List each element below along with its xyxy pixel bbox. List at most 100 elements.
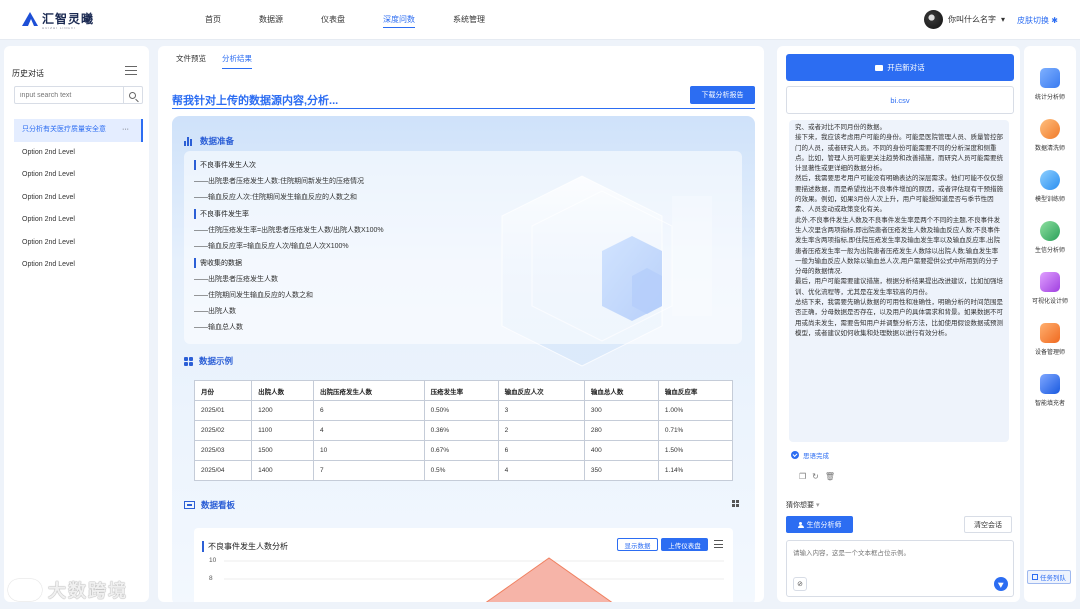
table-row: 2025/03 1500 10 0.67% 6 400 1.50% [193,440,734,461]
watermark: 大数跨境 [8,577,128,603]
tool-smart-filler[interactable]: 智能填充者 [1024,374,1076,407]
tool-label: 模型训练师 [1034,197,1065,203]
tool-label: 数据清洗师 [1034,146,1065,152]
table-cell: 2 [497,420,585,441]
more-icon[interactable]: ··· [122,119,129,141]
nav-datasource[interactable]: 数据源 [259,14,283,28]
tool-label: 生信分析师 [1034,248,1065,254]
tool-statistics-analyst[interactable]: 统计分析师 [1024,68,1076,101]
column-header: 输血总人数 [583,380,659,401]
chevron-down-icon: ▾ [815,502,820,509]
bioinformatics-analyst-button[interactable]: 生信分析师 [786,516,853,533]
attach-icon[interactable]: ⊘ [793,577,807,591]
tab-analysis-result[interactable]: 分析结果 [222,53,252,69]
table-cell: 2025/02 [193,420,253,441]
column-header: 出院压疮发生人数 [313,380,425,401]
nav-home[interactable]: 首页 [205,14,221,28]
prep-line: ——住院期间发生输血反应的人数之和 [194,292,313,299]
refresh-icon[interactable]: ↻ [812,472,819,481]
message-paragraph: 最后，用户可能需要建议措施，根据分析结果提出改进建议，比如加强培训、优化流程等，… [795,278,1003,296]
history-sidebar: 历史对话 只分析有关医疗质量安全意 ··· Option 2nd Level Op… [4,46,149,602]
logo[interactable]: 汇智灵曦 HUIZHI LINGXI [22,10,95,30]
chat-input[interactable] [793,547,993,565]
history-item[interactable]: Option 2nd Level [14,164,143,187]
table-cell: 1.50% [657,440,734,461]
tool-label: 可视化设计师 [1031,299,1068,305]
message-paragraph: 总结下来，我需要先确认数据的可用性和准确性，明确分析的时间范围是否正确，分母数据… [795,299,1003,337]
user-name: 你叫什么名字 [948,15,996,24]
table-cell: 1200 [251,400,315,421]
task-queue-button[interactable]: 任务列队 [1027,570,1071,584]
table-row: 2025/02 1100 4 0.36% 2 280 0.71% [193,420,734,441]
suggestions-dropdown[interactable]: 猜你想要 ▾ [786,500,819,510]
upload-dashboard-button[interactable]: 上传仪表盘 [661,538,708,551]
table-cell: 1.00% [657,400,734,421]
person-icon [797,521,804,528]
tool-device-manager[interactable]: 设备管理师 [1024,323,1076,356]
collapse-menu-icon[interactable] [125,66,137,76]
copy-icon[interactable]: ❐ [799,472,806,481]
history-item[interactable]: Option 2nd Level [14,209,143,232]
search-input[interactable] [15,91,123,99]
prep-line: ——出院患者压疮发生人数:住院期间新发生的压疮情况 [194,178,364,185]
table-cell: 300 [583,400,659,421]
section-title: 数据准备 [200,136,235,146]
history-item[interactable]: Option 2nd Level [14,187,143,210]
tool-label: 设备管理师 [1034,350,1065,356]
nav-deep-query[interactable]: 深度问数 [383,14,415,28]
table-cell: 350 [583,460,659,481]
table-cell: 400 [583,440,659,461]
nav-dashboard[interactable]: 仪表盘 [321,14,345,28]
avatar[interactable] [924,10,943,29]
section-title: 数据看板 [201,500,236,510]
task-queue-label: 任务列队 [1040,575,1066,582]
history-item[interactable]: Option 2nd Level [14,142,143,165]
attached-file[interactable]: bi.csv [786,86,1014,114]
send-button[interactable] [994,577,1008,591]
dashboard-icon [184,501,195,509]
title-divider [172,108,755,109]
history-item[interactable]: Option 2nd Level [14,254,143,277]
download-report-button[interactable]: 下载分析报告 [690,86,755,104]
user-menu[interactable]: 你叫什么名字 ▾ [924,10,1005,29]
chart-title: 不良事件发生人数分析 [202,541,288,552]
history-item[interactable]: 只分析有关医疗质量安全意 ··· [14,119,143,142]
main-content: 文件预览 分析结果 帮我针对上传的数据源内容,分析... 下载分析报告 数据准备… [158,46,764,602]
tool-data-cleaner[interactable]: 数据清洗师 [1024,119,1076,152]
message-paragraph: 究、或者对比不同月份的数据。 [795,124,886,131]
tool-rail: 统计分析师 数据清洗师 模型训练师 生信分析师 可视化设计师 设备管理师 智能填… [1024,46,1076,602]
gen-button-label: 生信分析师 [806,521,842,529]
trash-icon[interactable]: 🗑 [825,472,835,481]
show-data-button[interactable]: 显示数据 [617,538,658,551]
nav-system[interactable]: 系统管理 [453,14,485,28]
tool-visualization-designer[interactable]: 可视化设计师 [1024,272,1076,305]
table-cell: 0.71% [657,420,734,441]
column-header: 月份 [193,380,253,401]
tab-file-preview[interactable]: 文件预览 [176,53,206,69]
search-button[interactable] [123,87,141,103]
message-paragraph: 然后，我需要思考用户可能没有明确表达的深层需求。他们可能不仅仅想要描述数据，而是… [795,175,1003,214]
logo-text: 汇智灵曦 [42,12,95,26]
chart-plot [224,557,724,602]
table-cell: 1500 [251,440,315,461]
history-list: 只分析有关医疗质量安全意 ··· Option 2nd Level Option … [14,119,143,277]
tool-bioinformatics-analyst[interactable]: 生信分析师 [1024,221,1076,254]
column-header: 输血反应率 [657,380,734,401]
smart-fill-icon [1040,374,1060,394]
table-cell: 2025/03 [193,440,253,461]
new-chat-button[interactable]: 开启新对话 [786,54,1014,81]
status-text: 思语完成 [803,453,829,460]
list-icon[interactable] [714,540,723,548]
suggestions-label: 猜你想要 [786,502,814,509]
clear-conversation-button[interactable]: 清空会话 [964,516,1012,533]
history-item[interactable]: Option 2nd Level [14,232,143,255]
layout-grid-icon[interactable] [732,500,739,507]
skin-switch[interactable]: 皮肤切换 ✱ [1017,15,1058,26]
tool-model-trainer[interactable]: 模型训练师 [1024,170,1076,203]
table-cell: 7 [313,460,425,481]
statistics-icon [1040,68,1060,88]
y-tick-label: 8 [209,575,213,582]
data-prep-box: 不良事件发生人次 ——出院患者压疮发生人数:住院期间新发生的压疮情况 ——输血反… [184,151,742,344]
sidebar-title: 历史对话 [12,69,44,78]
table-cell: 1100 [251,420,315,441]
